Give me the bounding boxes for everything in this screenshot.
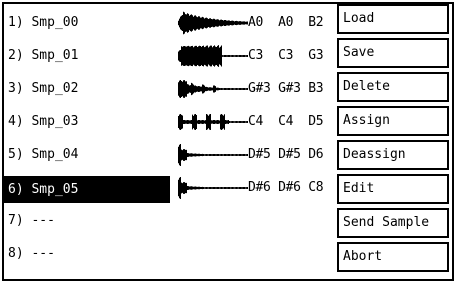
waveform-icon [178, 114, 248, 130]
sample-label: 6) Smp_05 [4, 176, 170, 203]
sample-list: 1) Smp_00 A0 A0 B2 2) Smp_01 C3 C3 G3 3)… [4, 4, 334, 275]
sample-row-1[interactable]: 2) Smp_01 C3 C3 G3 [4, 41, 334, 71]
delete-button[interactable]: Delete [337, 72, 449, 102]
sample-label: 8) --- [8, 246, 55, 261]
sample-row-7[interactable]: 8) --- [4, 239, 334, 269]
load-button[interactable]: Load [337, 4, 449, 34]
waveform-icon [178, 144, 248, 166]
edit-button[interactable]: Edit [337, 174, 449, 204]
save-button[interactable]: Save [337, 38, 449, 68]
deassign-button-label: Deassign [343, 147, 406, 162]
sample-notes: C3 C3 G3 [248, 48, 324, 63]
sample-notes: A0 A0 B2 [248, 15, 324, 30]
sample-row-4[interactable]: 5) Smp_04 D#5 D#5 D6 [4, 140, 334, 170]
save-button-label: Save [343, 45, 375, 60]
send-sample-button-label: Send Sample [343, 215, 430, 230]
assign-button-label: Assign [343, 113, 390, 128]
sample-label: 7) --- [8, 213, 55, 228]
delete-button-label: Delete [343, 79, 390, 94]
sample-label: 2) Smp_01 [8, 48, 79, 63]
send-sample-button[interactable]: Send Sample [337, 208, 449, 238]
waveform-icon [178, 11, 248, 35]
waveform-icon [178, 177, 248, 199]
edit-button-label: Edit [343, 181, 375, 196]
sample-row-6[interactable]: 7) --- [4, 206, 334, 236]
sample-row-0[interactable]: 1) Smp_00 A0 A0 B2 [4, 8, 334, 38]
abort-button[interactable]: Abort [337, 242, 449, 272]
deassign-button[interactable]: Deassign [337, 140, 449, 170]
sample-row-5[interactable]: 6) Smp_05 D#6 D#6 C8 [4, 173, 334, 203]
assign-button[interactable]: Assign [337, 106, 449, 136]
sample-notes: C4 C4 D5 [248, 114, 324, 129]
waveform-icon [178, 80, 248, 98]
sample-notes: G#3 G#3 B3 [248, 81, 324, 96]
sample-notes: D#6 D#6 C8 [248, 180, 324, 195]
sample-row-3[interactable]: 4) Smp_03 C4 C4 D5 [4, 107, 334, 137]
waveform-icon [178, 45, 248, 67]
sample-row-2[interactable]: 3) Smp_02 G#3 G#3 B3 [4, 74, 334, 104]
sample-label: 1) Smp_00 [8, 15, 79, 30]
load-button-label: Load [343, 11, 375, 26]
sample-label: 5) Smp_04 [8, 147, 79, 162]
abort-button-label: Abort [343, 249, 383, 264]
sample-label: 4) Smp_03 [8, 114, 79, 129]
sample-notes: D#5 D#5 D6 [248, 147, 324, 162]
sample-label: 3) Smp_02 [8, 81, 79, 96]
action-menu: Load Save Delete Assign Deassign Edit Se… [337, 4, 450, 277]
